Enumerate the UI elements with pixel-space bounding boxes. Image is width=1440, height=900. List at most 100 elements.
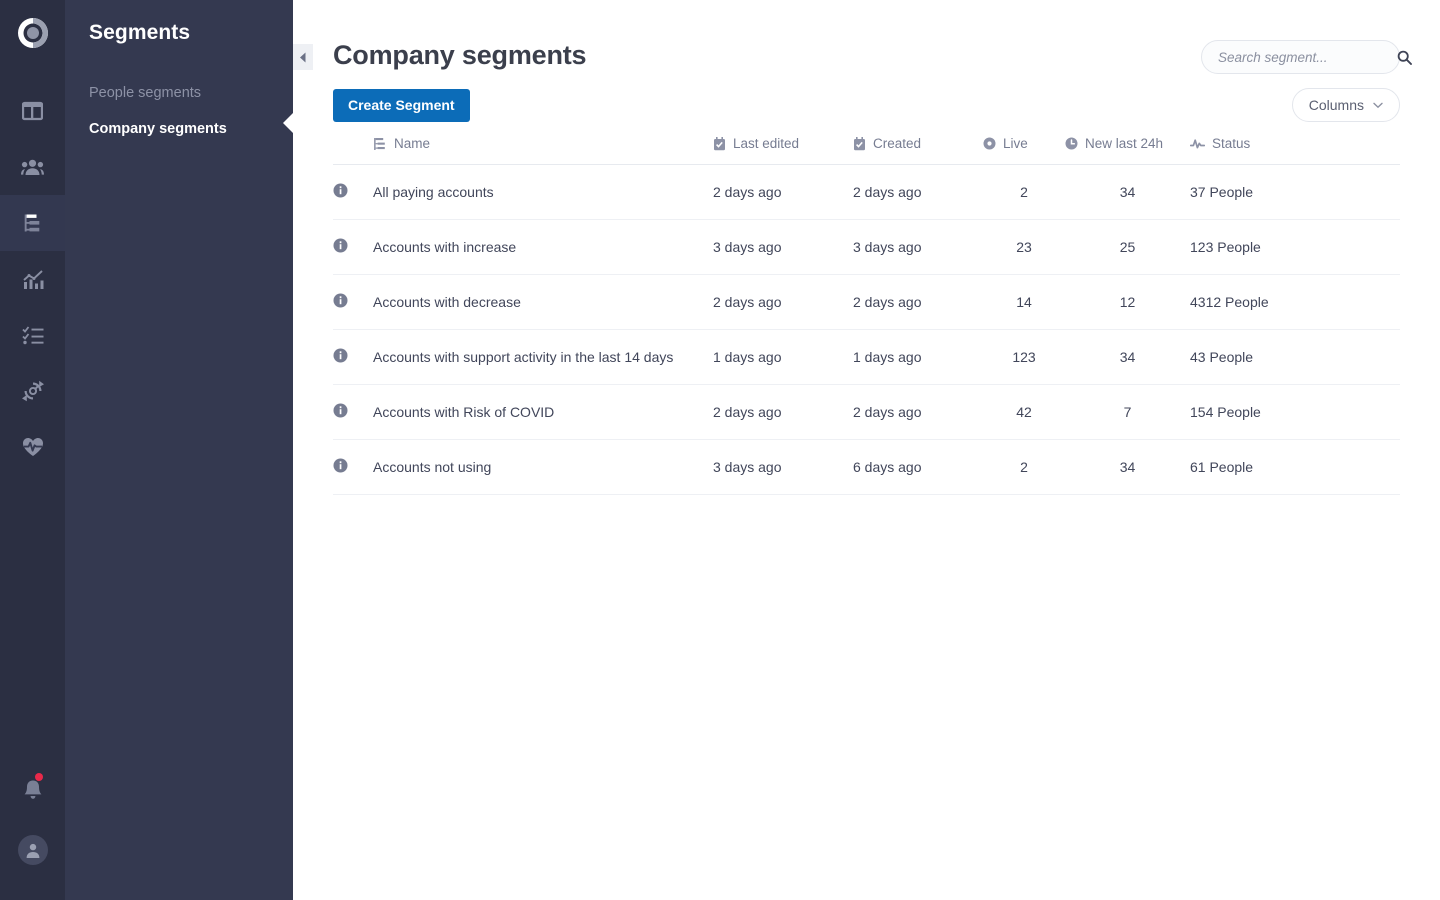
cell-status: 61 People: [1190, 439, 1400, 495]
secondary-sidebar: Segments People segments Company segment…: [65, 0, 293, 900]
search-input[interactable]: [1218, 49, 1397, 65]
cell-last-edited: 1 days ago: [713, 329, 853, 385]
cell-status: 37 People: [1190, 164, 1400, 220]
clock-icon: [1065, 137, 1078, 150]
table-row[interactable]: All paying accounts 2 days ago 2 days ago 2…: [333, 164, 1400, 220]
user-avatar-icon: [26, 843, 39, 858]
row-info-icon[interactable]: [333, 238, 373, 256]
table-head: Name Last edited Created Live New last 2…: [333, 136, 1400, 165]
cell-new-last-24h: 34: [1065, 439, 1190, 495]
cell-created: 6 days ago: [853, 439, 983, 495]
info-icon: [333, 238, 348, 253]
cell-new-last-24h: 25: [1065, 219, 1190, 275]
column-header-created[interactable]: Created: [853, 136, 983, 165]
sidebar-item-company-segments[interactable]: Company segments: [89, 111, 293, 147]
column-header-new-last-24h[interactable]: New last 24h: [1065, 136, 1190, 165]
table-header-row: Name Last edited Created Live New last 2…: [333, 136, 1400, 165]
sidebar-nav: People segments Company segments: [89, 75, 293, 147]
segments-table: Name Last edited Created Live New last 2…: [333, 136, 1400, 495]
table-header-spacer: [333, 136, 373, 165]
notification-bell-button[interactable]: [0, 760, 65, 820]
row-info-icon[interactable]: [333, 458, 373, 476]
column-header-live[interactable]: Live: [983, 136, 1065, 165]
column-header-last-edited-label: Last edited: [733, 136, 800, 151]
cell-created: 2 days ago: [853, 384, 983, 440]
cell-status: 4312 People: [1190, 274, 1400, 330]
rail-item-list: [0, 83, 65, 475]
row-info-cell[interactable]: [333, 164, 373, 220]
column-header-status[interactable]: Status: [1190, 136, 1400, 165]
table-body: All paying accounts 2 days ago 2 days ago 2…: [333, 164, 1400, 495]
search-icon[interactable]: [1397, 50, 1412, 65]
column-header-name[interactable]: Name: [373, 136, 713, 165]
cell-last-edited: 2 days ago: [713, 384, 853, 440]
rail-item-health[interactable]: [0, 419, 65, 475]
cell-live: 23: [983, 219, 1065, 275]
cell-last-edited: 3 days ago: [713, 439, 853, 495]
cell-name: All paying accounts: [373, 164, 713, 220]
app-root: Segments People segments Company segment…: [0, 0, 1440, 900]
cell-name: Accounts with Risk of COVID: [373, 384, 713, 440]
column-header-last-edited[interactable]: Last edited: [713, 136, 853, 165]
calendar-check-icon: [854, 136, 865, 150]
cell-last-edited: 2 days ago: [713, 164, 853, 220]
search-box[interactable]: [1201, 40, 1412, 74]
chart-icon: [22, 269, 43, 289]
heartbeat-icon: [22, 438, 43, 456]
info-icon: [333, 403, 348, 418]
cell-new-last-24h: 12: [1065, 274, 1190, 330]
activity-pulse-icon: [1190, 138, 1205, 148]
sidebar-title: Segments: [89, 21, 191, 44]
rail-item-sync[interactable]: [0, 363, 65, 419]
column-header-live-label: Live: [1003, 136, 1028, 151]
row-info-cell[interactable]: [333, 219, 373, 275]
cell-name: Accounts with decrease: [373, 274, 713, 330]
rail-item-people[interactable]: [0, 139, 65, 195]
app-logo[interactable]: [0, 0, 65, 65]
column-header-name-label: Name: [394, 136, 431, 151]
table-row[interactable]: Accounts with increase 3 days ago 3 days a…: [333, 219, 1400, 275]
row-info-cell[interactable]: [333, 439, 373, 495]
user-avatar-button[interactable]: [0, 820, 65, 880]
active-item-pointer: [283, 113, 293, 133]
sort-hierarchy-icon: [374, 137, 385, 150]
sidebar-item-people-segments[interactable]: People segments: [89, 75, 293, 111]
cell-new-last-24h: 34: [1065, 164, 1190, 220]
column-header-status-label: Status: [1212, 136, 1251, 151]
table-row[interactable]: Accounts not using 3 days ago 6 days ago 2 3…: [333, 439, 1400, 495]
sidebar-collapse-button[interactable]: [293, 44, 313, 70]
row-info-icon[interactable]: [333, 403, 373, 421]
dashboard-icon: [22, 101, 43, 120]
rail-item-tasks[interactable]: [0, 307, 65, 363]
info-icon: [333, 348, 348, 363]
cell-created: 1 days ago: [853, 329, 983, 385]
cell-last-edited: 3 days ago: [713, 219, 853, 275]
table-row[interactable]: Accounts with decrease 2 days ago 2 days a…: [333, 274, 1400, 330]
cell-name: Accounts with support activity in the la…: [373, 329, 713, 385]
columns-button[interactable]: Columns: [1291, 88, 1400, 122]
refresh-icon: [21, 380, 44, 402]
row-info-cell[interactable]: [333, 384, 373, 440]
cell-status: 123 People: [1190, 219, 1400, 275]
cell-created: 2 days ago: [853, 164, 983, 220]
table-row[interactable]: Accounts with Risk of COVID 2 days ago 2 d…: [333, 384, 1400, 440]
notification-bell-icon: [24, 780, 41, 799]
chevron-left-icon: [300, 52, 306, 62]
rail-item-segments[interactable]: [0, 195, 65, 251]
people-icon: [21, 159, 44, 175]
row-info-icon[interactable]: [333, 183, 373, 201]
rail-item-analytics[interactable]: [0, 251, 65, 307]
row-info-icon[interactable]: [333, 348, 373, 366]
cell-status: 154 People: [1190, 384, 1400, 440]
info-icon: [333, 458, 348, 473]
columns-button-label: Columns: [1308, 97, 1364, 113]
create-segment-button[interactable]: Create Segment: [333, 88, 470, 122]
row-info-cell[interactable]: [333, 274, 373, 330]
rail-item-dashboard[interactable]: [0, 83, 65, 139]
notification-dot: [35, 773, 43, 781]
column-header-new-last-24h-label: New last 24h: [1085, 136, 1164, 151]
row-info-cell[interactable]: [333, 329, 373, 385]
row-info-icon[interactable]: [333, 293, 373, 311]
info-icon: [333, 183, 348, 198]
table-row[interactable]: Accounts with support activity in the la…: [333, 329, 1400, 385]
